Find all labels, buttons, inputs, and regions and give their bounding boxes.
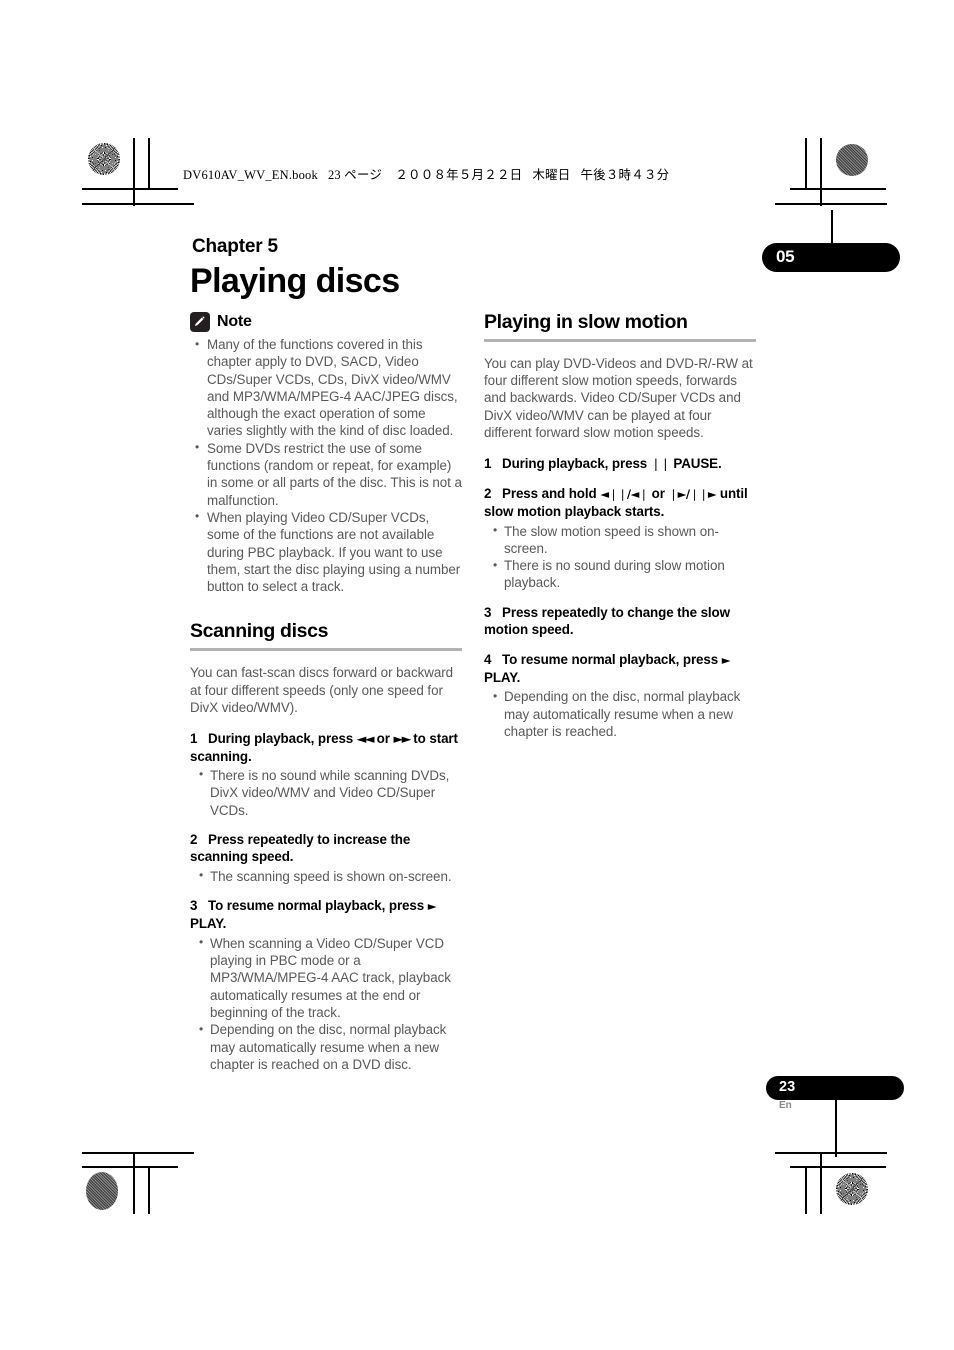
step-number: 1 — [190, 731, 198, 747]
step-text: During playback, press — [208, 731, 357, 747]
slow-forward-icon: ❘►/❘❘► — [668, 486, 717, 501]
step-1-bullets: There is no sound while scanning DVDs, D… — [190, 766, 462, 819]
step-text: Press and hold — [502, 485, 601, 501]
pause-icon: ❘❘ — [650, 456, 671, 472]
list-item: When scanning a Video CD/Super VCD playi… — [190, 934, 462, 1021]
step-number: 3 — [484, 604, 492, 620]
step-4-slow-motion: 4 To resume normal playback, press ► PLAY… — [484, 651, 756, 687]
left-column: Note Many of the functions covered in th… — [190, 312, 462, 1073]
note-bullet-list: Many of the functions covered in this ch… — [190, 336, 462, 595]
print-header-filename: DV610AV_WV_EN.book — [183, 168, 318, 182]
slow-reverse-icon: ◄❘❘/◄❘ — [600, 486, 649, 501]
print-header-weekday: 木曜日 — [532, 168, 571, 182]
page-language-code: En — [779, 1100, 792, 1111]
list-item: Many of the functions covered in this ch… — [190, 336, 462, 440]
step-2-slow-motion: 2 Press and hold ◄❘❘/◄❘ or ❘►/❘❘► until s… — [484, 485, 756, 521]
note-heading: Note — [190, 312, 462, 332]
step-text: PLAY. — [190, 916, 227, 932]
step-text: or — [648, 485, 669, 501]
step-text: or — [373, 731, 394, 747]
step-number: 2 — [484, 485, 492, 501]
play-icon: ► — [721, 652, 731, 667]
step-number: 1 — [484, 456, 492, 472]
list-item: The slow motion speed is shown on-screen… — [484, 522, 756, 558]
print-header-time: 午後３時４３分 — [580, 168, 670, 182]
section-rule — [484, 338, 756, 342]
list-item: There is no sound while scanning DVDs, D… — [190, 766, 462, 819]
section-heading-slow-motion: Playing in slow motion — [484, 311, 688, 333]
print-header-date: ２００８年５月２２日 — [395, 168, 523, 182]
chapter-tab: 05 — [762, 243, 900, 272]
step-text: To resume normal playback, press — [208, 897, 428, 913]
step-text: PAUSE. — [669, 456, 722, 472]
step-2-bullets: The slow motion speed is shown on-screen… — [484, 522, 756, 592]
step-text: PLAY. — [484, 669, 521, 685]
chapter-tab-number: 05 — [776, 247, 795, 266]
right-column: Playing in slow motion You can play DVD-… — [484, 311, 756, 740]
step-text: During playback, press — [502, 456, 651, 472]
step-text: Press repeatedly to change the slow moti… — [484, 604, 730, 638]
step-number: 2 — [190, 831, 198, 847]
pencil-note-icon — [190, 312, 210, 332]
section-intro-slow-motion: You can play DVD-Videos and DVD-R/-RW at… — [484, 355, 753, 441]
page-number: 23 — [779, 1079, 796, 1095]
list-item: There is no sound during slow motion pla… — [484, 557, 756, 592]
print-header-page: 23 ページ — [327, 168, 383, 182]
step-4-bullets: Depending on the disc, normal playback m… — [484, 688, 756, 740]
step-2-scanning: 2 Press repeatedly to increase the scanni… — [190, 831, 462, 866]
list-item: Some DVDs restrict the use of some funct… — [190, 439, 462, 509]
page-number-tab: 23 — [766, 1076, 904, 1100]
step-text: To resume normal playback, press — [502, 651, 722, 667]
page-title: Playing discs — [190, 262, 400, 300]
step-text: Press repeatedly to increase the scannin… — [190, 831, 411, 865]
step-1-scanning: 1 During playback, press ◄◄ or ►► to star… — [190, 730, 462, 765]
section-intro-scanning-discs: You can fast-scan discs forward or backw… — [190, 665, 454, 715]
section-rule — [190, 648, 462, 652]
step-number: 4 — [484, 651, 492, 667]
play-icon: ► — [427, 898, 437, 913]
fast-forward-icon: ►► — [393, 731, 411, 747]
step-3-slow-motion: 3 Press repeatedly to change the slow mot… — [484, 604, 756, 639]
chapter-label: Chapter 5 — [192, 236, 278, 257]
rewind-icon: ◄◄ — [356, 731, 375, 747]
list-item: The scanning speed is shown on-screen. — [190, 867, 462, 885]
print-header: DV610AV_WV_EN.book 23 ページ ２００８年５月２２日 木曜日… — [183, 164, 669, 183]
note-block: Note Many of the functions covered in th… — [190, 312, 462, 595]
step-1-slow-motion: 1 During playback, press ❘❘ PAUSE. — [484, 455, 756, 472]
section-heading-scanning-discs: Scanning discs — [190, 620, 329, 643]
list-item: Depending on the disc, normal playback m… — [190, 1021, 462, 1073]
step-2-bullets: The scanning speed is shown on-screen. — [190, 867, 462, 885]
step-number: 3 — [190, 897, 198, 913]
note-title: Note — [217, 313, 252, 330]
list-item: Depending on the disc, normal playback m… — [484, 688, 756, 740]
step-3-scanning: 3 To resume normal playback, press ► PLAY… — [190, 897, 462, 933]
list-item: When playing Video CD/Super VCDs, some o… — [190, 508, 462, 595]
step-3-bullets: When scanning a Video CD/Super VCD playi… — [190, 934, 462, 1073]
